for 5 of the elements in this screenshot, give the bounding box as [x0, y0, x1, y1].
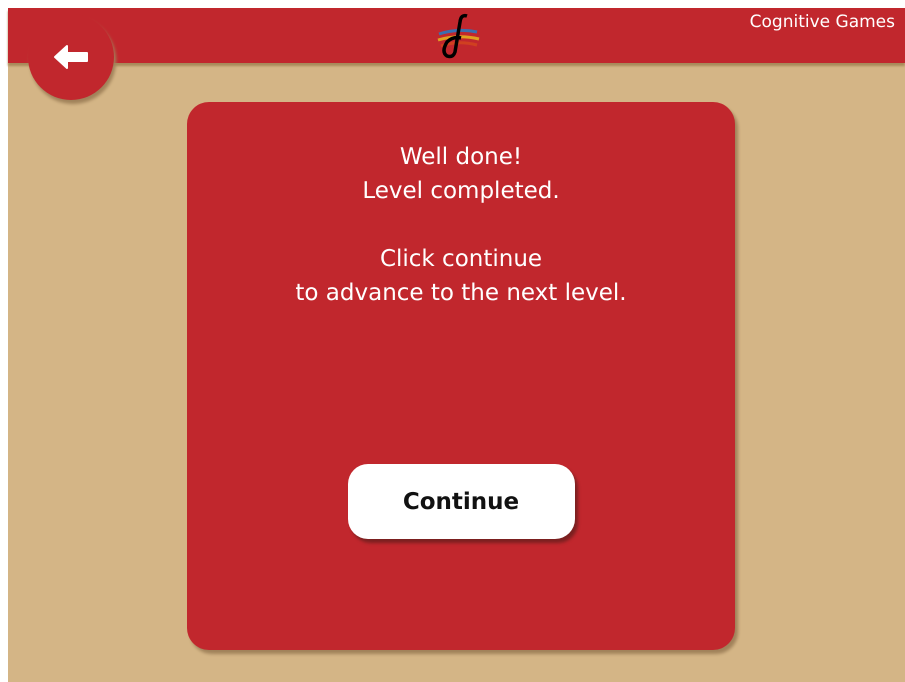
- back-arrow-icon: [53, 44, 89, 70]
- message-text: Click continue to advance to the next level.: [295, 245, 627, 308]
- message-text: Well done! Level completed.: [362, 143, 560, 206]
- continue-button[interactable]: Continue: [348, 464, 574, 539]
- app-title: Cognitive Games: [750, 12, 895, 32]
